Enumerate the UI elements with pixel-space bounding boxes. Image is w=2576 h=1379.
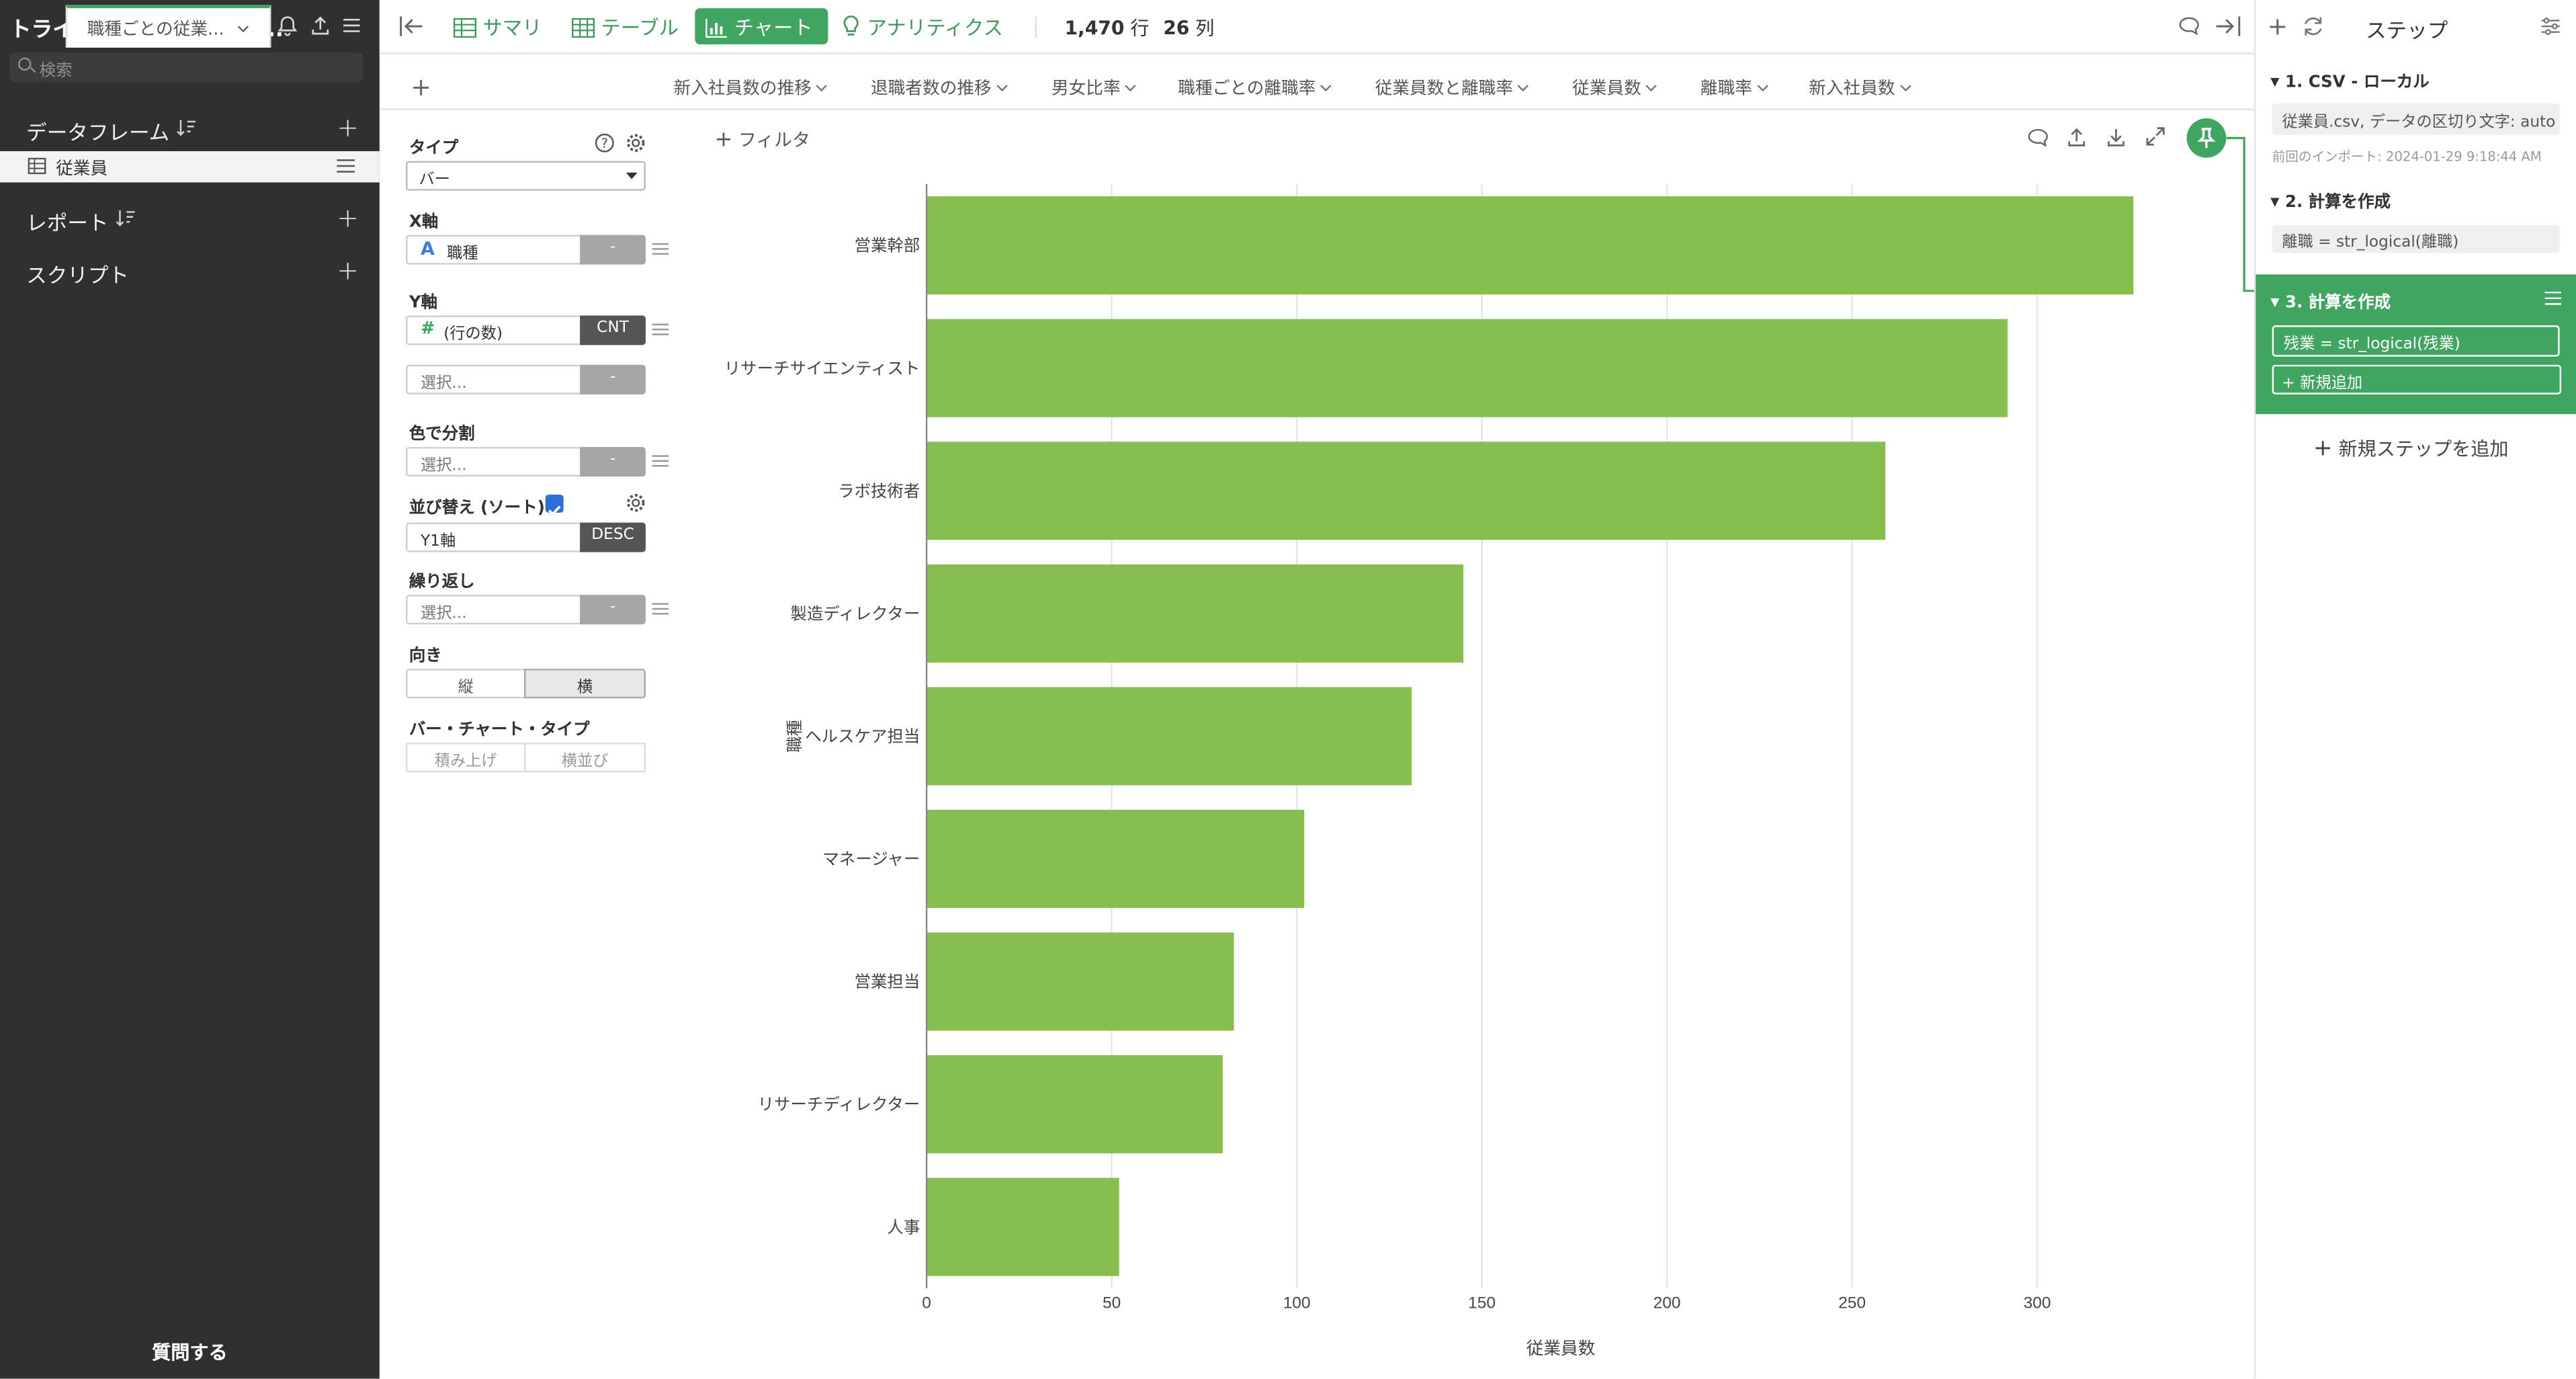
bar[interactable]	[927, 1177, 1119, 1276]
add-step-plus-icon[interactable]: +	[2267, 11, 2288, 41]
refresh-icon[interactable]	[2302, 15, 2325, 38]
x-tick-label: 100	[1283, 1294, 1311, 1312]
bar[interactable]	[927, 1055, 1223, 1154]
y-category-label: 人事	[887, 1218, 920, 1237]
x-axis-title: 従業員数	[1527, 1339, 1596, 1358]
collapse-caret-icon: ▼	[2270, 195, 2280, 209]
step-1-header[interactable]: ▼ 1. CSV - ローカル	[2270, 67, 2429, 92]
x-tick-label: 200	[1654, 1294, 1681, 1312]
step-1-title: 1. CSV - ローカル	[2284, 74, 2430, 92]
bar[interactable]	[927, 932, 1234, 1031]
step-3-content[interactable]: 残業 = str_logical(残業)	[2272, 325, 2560, 357]
step-1-import-note: 前回のインポート: 2024-01-29 9:18:44 AM	[2272, 149, 2542, 165]
bar[interactable]	[927, 442, 1886, 540]
step-3-title: 3. 計算を作成	[2284, 294, 2391, 312]
y-category-label: 営業幹部	[855, 237, 920, 255]
y-category-label: マネージャー	[822, 851, 920, 869]
x-tick-label: 0	[922, 1294, 931, 1312]
y-axis-title: 職種	[785, 720, 804, 753]
x-tick-label: 250	[1838, 1294, 1866, 1312]
x-tick-label: 50	[1103, 1294, 1121, 1312]
step-2-content[interactable]: 離職 = str_logical(離職)	[2272, 224, 2560, 253]
bar[interactable]	[927, 319, 2008, 417]
bar-chart: 営業幹部リサーチサイエンティストラボ技術者製造ディレクターヘルスケア担当マネージ…	[724, 183, 2134, 1358]
y-category-label: 営業担当	[855, 972, 920, 991]
plus-icon: +	[2282, 374, 2295, 393]
step-1-content[interactable]: 従業員.csv, データの区切り文字: auto	[2272, 103, 2560, 135]
y-category-label: リサーチディレクター	[758, 1095, 920, 1114]
x-tick-label: 300	[2024, 1294, 2051, 1312]
step-3-add-new-button[interactable]: + 新規追加	[2272, 364, 2562, 394]
collapse-caret-icon: ▼	[2270, 296, 2280, 309]
add-step-label: 新規ステップを追加	[2338, 437, 2509, 460]
step-3-header[interactable]: ▼ 3. 計算を作成	[2270, 288, 2391, 312]
app-root: トライアルツアー Part 5... 検索 データフレーム + 従業員 レポート…	[0, 0, 2576, 1379]
y-category-label: リサーチサイエンティスト	[724, 360, 920, 378]
steps-settings-sliders-icon[interactable]	[2540, 16, 2561, 36]
steps-title: ステップ	[2366, 17, 2448, 43]
add-new-step-button[interactable]: + 新規ステップを追加	[2313, 435, 2509, 462]
step-2-title: 2. 計算を作成	[2284, 194, 2391, 212]
step-3-menu-icon[interactable]	[2544, 291, 2562, 306]
step-2-header[interactable]: ▼ 2. 計算を作成	[2270, 187, 2391, 212]
bar[interactable]	[927, 564, 1464, 663]
add-new-label: 新規追加	[2300, 374, 2363, 393]
bar[interactable]	[927, 687, 1412, 786]
collapse-caret-icon: ▼	[2270, 75, 2280, 89]
y-category-label: ヘルスケア担当	[805, 727, 920, 746]
y-category-label: ラボ技術者	[838, 482, 920, 501]
bar[interactable]	[927, 809, 1305, 909]
bar[interactable]	[927, 196, 2134, 295]
plus-icon: +	[2313, 435, 2333, 462]
y-category-label: 製造ディレクター	[790, 604, 920, 623]
x-tick-label: 150	[1468, 1294, 1496, 1312]
